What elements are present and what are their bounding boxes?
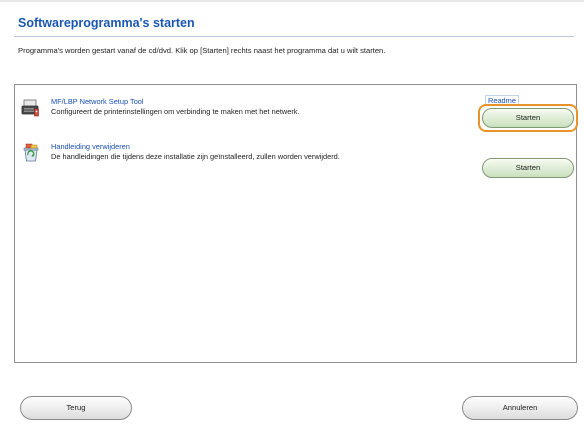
- page-title: Softwareprogramma's starten: [18, 16, 195, 30]
- setup-window: Softwareprogramma's starten Programma's …: [0, 0, 584, 425]
- start-button-network-setup-tool[interactable]: Starten: [482, 108, 574, 128]
- recycle-bin-icon: [21, 143, 41, 163]
- printer-network-icon: [21, 98, 41, 118]
- program-description: Configureert de printerinstellingen om v…: [51, 107, 300, 116]
- program-name: MF/LBP Network Setup Tool: [51, 97, 144, 106]
- program-list-panel: MF/LBP Network Setup Tool Configureert d…: [14, 84, 578, 363]
- back-button[interactable]: Terug: [20, 396, 132, 420]
- cancel-button[interactable]: Annuleren: [462, 396, 578, 420]
- title-divider: [14, 36, 574, 37]
- instruction-text: Programma's worden gestart vanaf de cd/d…: [18, 46, 386, 55]
- start-button-remove-manuals[interactable]: Starten: [482, 158, 574, 178]
- program-name: Handleiding verwijderen: [51, 142, 130, 151]
- program-description: De handleidingen die tijdens deze instal…: [51, 152, 340, 161]
